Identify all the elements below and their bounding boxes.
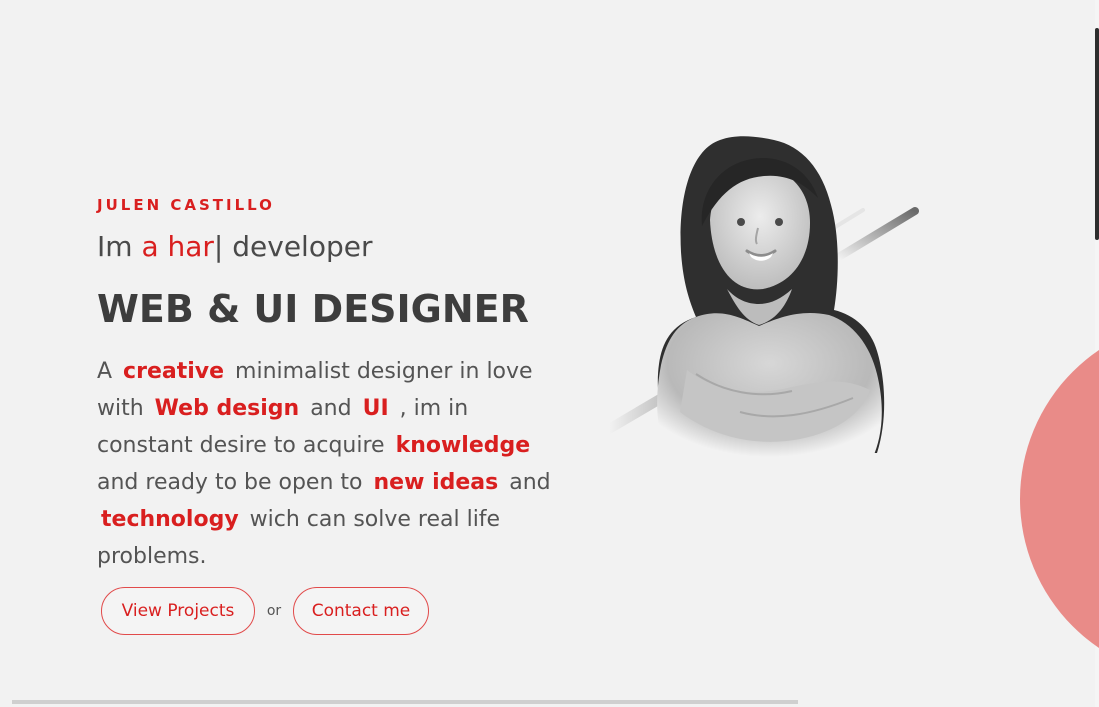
description-text-5: and ready to be open to	[97, 470, 370, 495]
accent-technology: technology	[101, 507, 239, 532]
accent-web-design: Web design	[154, 396, 300, 421]
owner-name: JULEN CASTILLO	[97, 196, 275, 214]
view-projects-button[interactable]: View Projects	[101, 587, 255, 635]
description-text-1: A	[97, 359, 120, 384]
description-text-3: and	[303, 396, 359, 421]
typed-cursor: |	[213, 230, 224, 263]
decorative-circle	[1020, 319, 1099, 679]
portfolio-hero-page: JULEN CASTILLO Im a har| developer WEB &…	[0, 0, 1099, 707]
contact-me-button[interactable]: Contact me	[293, 587, 429, 635]
accent-new-ideas: new ideas	[373, 470, 499, 495]
typed-suffix: developer	[223, 230, 373, 263]
bottom-divider	[12, 700, 798, 704]
description-text-6: and	[502, 470, 551, 495]
typed-role-line: Im a har| developer	[97, 230, 567, 264]
hero-actions: View Projects or Contact me	[101, 586, 429, 636]
hero-text: JULEN CASTILLO Im a har| developer WEB &…	[97, 196, 567, 575]
hero-description: A creative minimalist designer in love w…	[97, 353, 567, 575]
scrollbar-thumb[interactable]	[1095, 28, 1099, 240]
accent-creative: creative	[123, 359, 225, 384]
accent-ui: UI	[362, 396, 389, 421]
button-separator-or: or	[266, 603, 282, 619]
accent-knowledge: knowledge	[395, 433, 531, 458]
portrait-illustration	[604, 136, 919, 457]
portrait-image	[585, 112, 925, 457]
typed-prefix: Im	[97, 230, 142, 263]
hero-headline: WEB & UI DESIGNER	[97, 287, 529, 331]
typed-highlight: a har	[141, 230, 214, 263]
